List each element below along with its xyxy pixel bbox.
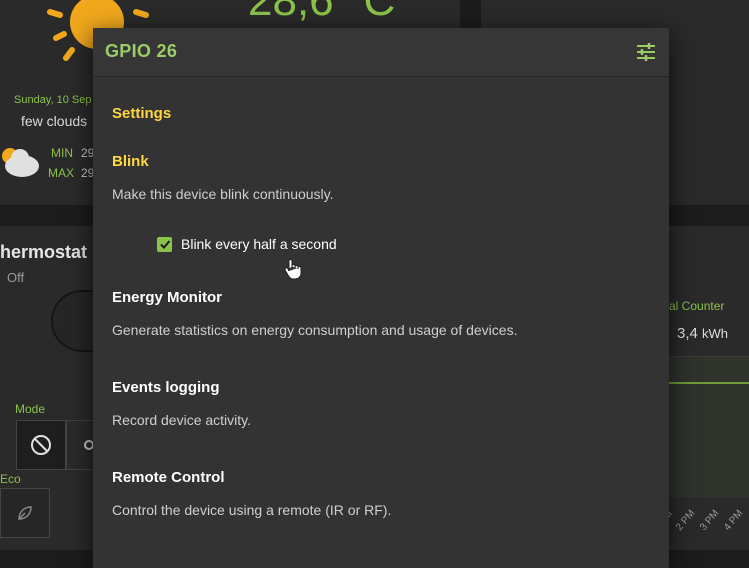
block-icon (31, 435, 51, 455)
events-logging-title: Events logging (112, 379, 220, 396)
eco-label: Eco (0, 472, 21, 486)
min-label: MIN (51, 146, 73, 160)
gpio-settings-dialog: GPIO 26 Settings Blink Make this device … (93, 28, 669, 568)
dialog-header: GPIO 26 (93, 28, 669, 77)
max-label: MAX (48, 166, 75, 180)
energy-monitor-title: Energy Monitor (112, 289, 223, 306)
mode-off-button[interactable] (16, 420, 66, 470)
dialog-title: GPIO 26 (105, 41, 178, 61)
events-logging-description: Record device activity. (112, 412, 252, 428)
tune-icon[interactable] (635, 41, 657, 63)
cloud-icon (2, 148, 39, 177)
energy-unit: kWh (702, 326, 729, 341)
energy-chart-line (662, 382, 749, 384)
leaf-icon (18, 506, 32, 520)
weather-condition: few clouds (21, 113, 88, 129)
remote-control-description: Control the device using a remote (IR or… (112, 502, 392, 518)
blink-checkbox-row[interactable]: Blink every half a second (157, 236, 337, 252)
energy-value: 3,4 (677, 325, 698, 342)
blink-description: Make this device blink continuously. (112, 186, 334, 202)
remote-control-title: Remote Control (112, 469, 225, 486)
settings-heading: Settings (112, 105, 172, 122)
hand-cursor-icon (284, 259, 302, 280)
mode-label: Mode (15, 402, 46, 416)
check-icon (159, 240, 170, 249)
energy-counter-label: al Counter (669, 299, 725, 313)
energy-chart (662, 356, 749, 497)
eco-button[interactable] (0, 488, 50, 538)
blink-checkbox-label: Blink every half a second (181, 236, 337, 252)
blink-checkbox[interactable] (157, 236, 172, 252)
blink-title: Blink (112, 153, 149, 170)
energy-monitor-description: Generate statistics on energy consumptio… (112, 322, 518, 338)
thermostat-title: hermostat (0, 242, 88, 262)
weather-temperature: 28,6 °C (248, 0, 396, 25)
weather-date: Sunday, 10 Sep (14, 94, 92, 106)
thermostat-state: Off (7, 270, 25, 285)
energy-counter-value: 3,4 kWh (677, 325, 728, 342)
